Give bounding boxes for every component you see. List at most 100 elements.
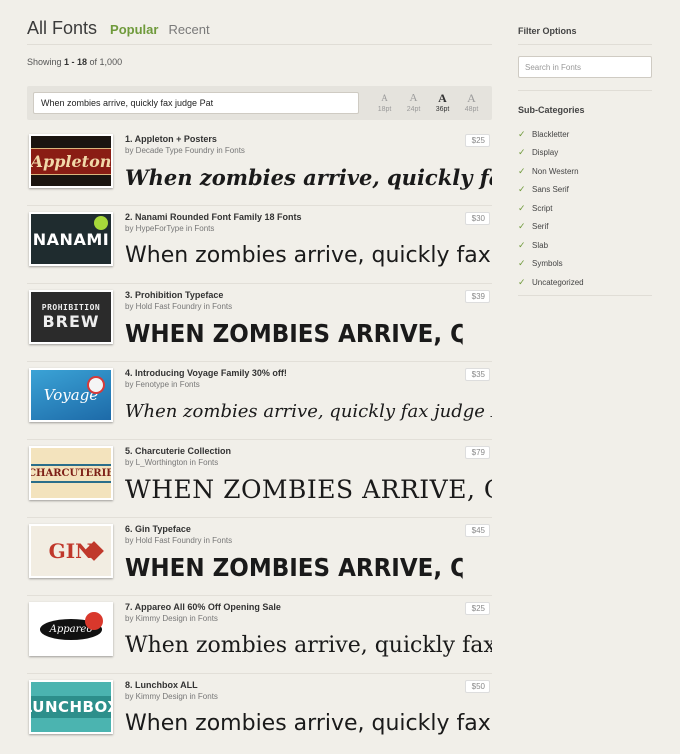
subcategory-label: Symbols	[532, 259, 563, 269]
price-tag[interactable]: $50	[464, 680, 490, 693]
size-glyph: A	[381, 93, 388, 103]
font-thumbnail[interactable]: Appareo	[29, 602, 113, 656]
price-tag[interactable]: $25	[464, 602, 490, 615]
font-thumbnail[interactable]: CHARCUTERIE	[29, 446, 113, 500]
font-row-appareo[interactable]: Appareo 7. Appareo All 60% Off Opening S…	[27, 596, 492, 674]
font-row-lunchbox[interactable]: LUNCHBOX 8. Lunchbox ALL by Kimmy Design…	[27, 674, 492, 752]
price-tag[interactable]: $30	[464, 212, 490, 225]
subcategory-label: Non Western	[532, 166, 579, 176]
subcategory-label: Slab	[532, 240, 549, 250]
results-count: Showing 1 - 18 of 1,000	[27, 57, 122, 67]
sidebar-divider	[518, 295, 652, 296]
size-label: 18pt	[377, 106, 392, 113]
sidebar-divider	[518, 44, 652, 45]
font-thumbnail[interactable]: PROHIBITION BREW	[29, 290, 113, 344]
subcategory-uncategorized[interactable]: ✓ Uncategorized	[518, 273, 652, 292]
subcategory-display[interactable]: ✓ Display	[518, 144, 652, 163]
sale-badge-icon	[85, 612, 103, 630]
font-title-link[interactable]: 7. Appareo All 60% Off Opening Sale	[125, 602, 281, 612]
font-title-link[interactable]: 2. Nanami Rounded Font Family 18 Fonts	[125, 212, 302, 222]
subcategory-label: Script	[532, 203, 553, 213]
font-thumbnail[interactable]: NANAMI	[29, 212, 113, 266]
price-tag[interactable]: $35	[464, 368, 490, 381]
font-byline: by Hold Fast Foundry in Fonts	[125, 536, 233, 545]
font-title-link[interactable]: 1. Appleton + Posters	[125, 134, 217, 144]
thumbnail-text: PROHIBITION	[41, 303, 101, 312]
size-24pt-button[interactable]: A 24pt	[399, 91, 428, 113]
font-row-gin[interactable]: GIN 6. Gin Typeface by Hold Fast Foundry…	[27, 518, 492, 596]
subcategory-non-western[interactable]: ✓ Non Western	[518, 162, 652, 181]
size-48pt-button[interactable]: A 48pt	[457, 91, 486, 113]
check-icon: ✓	[518, 128, 526, 139]
font-row-voyage[interactable]: Voyage 4. Introducing Voyage Family 30% …	[27, 362, 492, 440]
tab-popular[interactable]: Popular	[110, 22, 158, 37]
size-18pt-button[interactable]: A 18pt	[370, 91, 399, 113]
size-label: 24pt	[406, 106, 421, 113]
font-thumbnail[interactable]: Appleton	[29, 134, 113, 188]
search-fonts-input[interactable]	[518, 56, 652, 78]
badge-icon	[94, 216, 108, 230]
size-glyph: A	[467, 91, 476, 105]
subcategory-symbols[interactable]: ✓ Symbols	[518, 255, 652, 274]
font-specimen: When zombies arrive, quickly fax judge P…	[125, 553, 463, 582]
font-thumbnail[interactable]: GIN	[29, 524, 113, 578]
font-row-appleton[interactable]: Appleton 1. Appleton + Posters by Decade…	[27, 128, 492, 206]
filter-options-title: Filter Options	[518, 26, 577, 36]
font-byline: by HypeForType in Fonts	[125, 224, 215, 233]
size-label: 48pt	[464, 106, 479, 113]
check-icon: ✓	[518, 147, 526, 158]
thumbnail-text: CHARCUTERIE	[31, 463, 111, 483]
subcategory-label: Uncategorized	[532, 277, 584, 287]
price-tag[interactable]: $25	[464, 134, 490, 147]
font-byline: by Hold Fast Foundry in Fonts	[125, 302, 233, 311]
font-title-link[interactable]: 4. Introducing Voyage Family 30% off!	[125, 368, 287, 378]
font-byline: by Decade Type Foundry in Fonts	[125, 146, 245, 155]
font-byline: by Fenotype in Fonts	[125, 380, 200, 389]
font-specimen: When zombies arrive, quickly fax judge P…	[125, 633, 492, 658]
font-title-link[interactable]: 8. Lunchbox ALL	[125, 680, 198, 690]
font-specimen: When zombies arrive, quickly fax judge P…	[125, 165, 492, 190]
subcategory-label: Display	[532, 148, 559, 158]
subcategory-serif[interactable]: ✓ Serif	[518, 218, 652, 237]
preview-text-input[interactable]	[33, 92, 359, 114]
subcategory-blackletter[interactable]: ✓ Blackletter	[518, 125, 652, 144]
price-tag[interactable]: $79	[464, 446, 490, 459]
page-header: All Fonts Popular Recent	[27, 18, 210, 39]
font-specimen: When zombies arrive, quickly fax judge P…	[125, 401, 492, 422]
subcategory-sans-serif[interactable]: ✓ Sans Serif	[518, 181, 652, 200]
check-icon: ✓	[518, 184, 526, 195]
results-prefix: Showing	[27, 57, 65, 67]
thumbnail-text: LUNCHBOX	[31, 696, 111, 718]
font-title-link[interactable]: 3. Prohibition Typeface	[125, 290, 223, 300]
price-tag[interactable]: $39	[464, 290, 490, 303]
subcategory-script[interactable]: ✓ Script	[518, 199, 652, 218]
font-row-nanami[interactable]: NANAMI 2. Nanami Rounded Font Family 18 …	[27, 206, 492, 284]
subcategories-title: Sub-Categories	[518, 105, 585, 115]
size-label: 36pt	[435, 106, 450, 113]
font-row-charcuterie[interactable]: CHARCUTERIE 5. Charcuterie Collection by…	[27, 440, 492, 518]
subcategory-label: Blackletter	[532, 129, 570, 139]
subcategory-label: Sans Serif	[532, 185, 569, 195]
font-byline: by Kimmy Design in Fonts	[125, 692, 218, 701]
tab-recent[interactable]: Recent	[168, 22, 209, 37]
font-thumbnail[interactable]: LUNCHBOX	[29, 680, 113, 734]
font-list: Appleton 1. Appleton + Posters by Decade…	[27, 128, 492, 752]
subcategory-slab[interactable]: ✓ Slab	[518, 236, 652, 255]
ball-icon	[87, 376, 105, 394]
font-thumbnail[interactable]: Voyage	[29, 368, 113, 422]
font-row-prohibition[interactable]: PROHIBITION BREW 3. Prohibition Typeface …	[27, 284, 492, 362]
font-title-link[interactable]: 5. Charcuterie Collection	[125, 446, 231, 456]
price-tag[interactable]: $45	[464, 524, 490, 537]
size-glyph: A	[409, 92, 418, 104]
thumbnail-text: BREW	[42, 312, 100, 331]
font-title-link[interactable]: 6. Gin Typeface	[125, 524, 191, 534]
header-divider	[27, 44, 492, 45]
font-specimen: When zombies arrive, quickly fax judge P…	[125, 319, 463, 348]
thumbnail-text: NANAMI	[32, 229, 110, 249]
check-icon: ✓	[518, 165, 526, 176]
page-title: All Fonts	[27, 18, 98, 38]
font-specimen: When zombies arrive, quickly fax judge P…	[125, 711, 492, 736]
results-suffix: of 1,000	[87, 57, 123, 67]
subcategory-label: Serif	[532, 222, 549, 232]
size-36pt-button[interactable]: A 36pt	[428, 91, 457, 113]
